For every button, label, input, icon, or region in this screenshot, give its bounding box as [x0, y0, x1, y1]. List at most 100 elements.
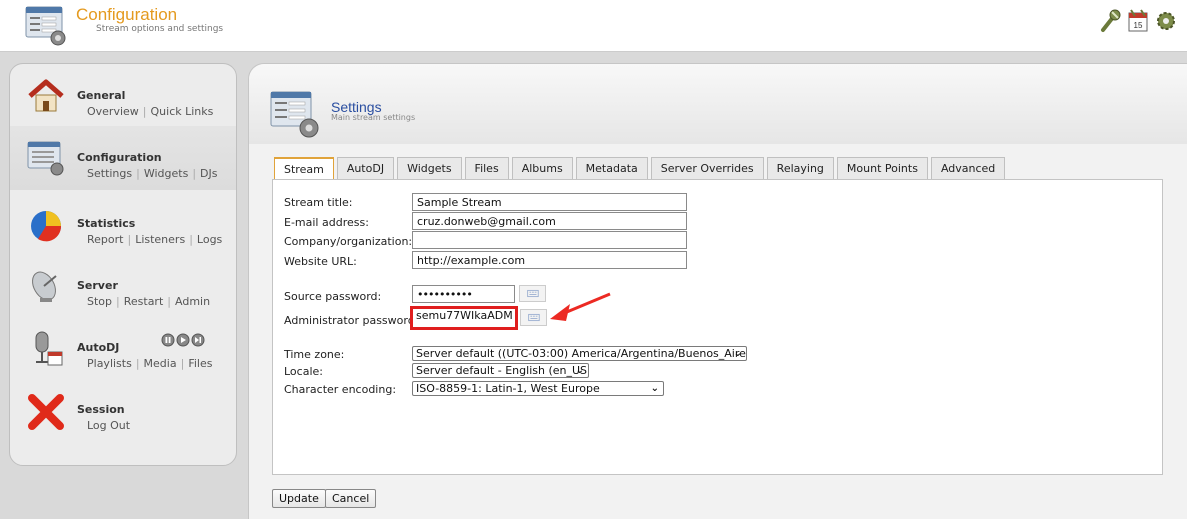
sidebar-item-configuration[interactable]: Configuration Settings | Widgets | DJs [10, 126, 236, 190]
encoding-select[interactable]: ISO-8859-1: Latin-1, West Europe ⌄ [412, 381, 664, 396]
sidebar-item-title: Statistics [77, 217, 136, 230]
close-x-icon [28, 394, 64, 430]
sidebar-item-autodj[interactable]: AutoDJ Playlists | Media | Files [10, 316, 236, 378]
separator: | [167, 295, 171, 308]
sidebar-links: Report | Listeners | Logs [87, 233, 222, 246]
sidebar-links: Settings | Widgets | DJs [87, 167, 217, 180]
source-password-input[interactable]: •••••••••• [412, 285, 515, 303]
playback-controls[interactable] [160, 333, 210, 347]
red-arrow-annotation [550, 292, 611, 321]
email-label: E-mail address: [284, 216, 369, 229]
link-listeners[interactable]: Listeners [135, 233, 185, 246]
separator: | [135, 357, 140, 370]
website-input[interactable]: http://example.com [412, 251, 687, 269]
sidebar-item-statistics[interactable]: Statistics Report | Listeners | Logs [10, 192, 236, 254]
link-media[interactable]: Media [144, 357, 177, 370]
company-label: Company/organization: [284, 235, 413, 248]
separator: | [192, 167, 197, 180]
source-password-label: Source password: [284, 290, 382, 303]
sidebar-item-title: General [77, 89, 126, 102]
link-admin[interactable]: Admin [175, 295, 210, 308]
sidebar-item-server[interactable]: Server Stop | Restart | Admin [10, 254, 236, 316]
link-overview[interactable]: Overview [87, 105, 139, 118]
tools-icon[interactable] [1099, 8, 1121, 34]
separator: | [189, 233, 193, 246]
link-stop[interactable]: Stop [87, 295, 112, 308]
pie-chart-icon [31, 211, 62, 242]
timezone-select[interactable]: Server default ((UTC-03:00) America/Arge… [412, 346, 747, 361]
separator: | [116, 295, 120, 308]
tab-bar: Stream AutoDJ Widgets Files Albums Metad… [274, 157, 1006, 180]
tab-files[interactable]: Files [464, 157, 509, 179]
svg-text:15: 15 [1134, 21, 1143, 30]
link-restart[interactable]: Restart [124, 295, 164, 308]
sidebar-item-general[interactable]: General Overview | Quick Links [10, 64, 236, 126]
stream-title-input[interactable]: Sample Stream [412, 193, 687, 211]
email-input[interactable]: cruz.donweb@gmail.com [412, 212, 687, 230]
config-icon [27, 141, 64, 176]
tab-albums[interactable]: Albums [511, 157, 573, 179]
config-icon [25, 6, 66, 46]
separator: | [136, 167, 140, 180]
chevron-down-icon: ⌄ [733, 348, 742, 359]
home-icon [28, 79, 64, 112]
timezone-label: Time zone: [284, 348, 345, 361]
top-bar: Configuration Stream options and setting… [0, 0, 1187, 52]
timezone-value: Server default ((UTC-03:00) America/Arge… [416, 347, 747, 360]
chevron-down-icon: ⌄ [575, 365, 584, 376]
section-subtitle: Main stream settings [331, 113, 416, 122]
sidebar: General Overview | Quick Links Configurati… [9, 63, 237, 466]
keyboard-icon[interactable] [520, 309, 547, 326]
locale-value: Server default - English (en_US) [416, 364, 589, 377]
tab-stream[interactable]: Stream [274, 157, 334, 180]
company-input[interactable] [412, 231, 687, 249]
tab-metadata[interactable]: Metadata [575, 157, 648, 179]
stream-title-label: Stream title: [284, 196, 353, 209]
gear-icon[interactable] [1155, 8, 1177, 34]
sidebar-item-session[interactable]: Session Log Out [10, 378, 236, 440]
tab-relaying[interactable]: Relaying [766, 157, 834, 179]
admin-password-input[interactable]: semu77WIkaADM [410, 306, 518, 330]
link-settings[interactable]: Settings [87, 167, 132, 180]
chevron-down-icon: ⌄ [650, 383, 659, 394]
tab-widgets[interactable]: Widgets [397, 157, 462, 179]
sidebar-item-title: Configuration [77, 151, 162, 164]
link-log-out[interactable]: Log Out [87, 419, 130, 432]
app-title: Configuration [76, 5, 178, 24]
sidebar-links: Playlists | Media | Files [87, 357, 212, 370]
website-label: Website URL: [284, 255, 357, 268]
calendar-icon[interactable]: 15 [1127, 8, 1149, 34]
sidebar-item-title: Session [77, 403, 125, 416]
cancel-button[interactable]: Cancel [325, 489, 377, 508]
tab-advanced[interactable]: Advanced [930, 157, 1006, 179]
tab-server-overrides[interactable]: Server Overrides [650, 157, 764, 179]
update-button[interactable]: Update [272, 489, 326, 508]
separator: | [127, 233, 132, 246]
locale-select[interactable]: Server default - English (en_US) ⌄ [412, 363, 589, 378]
link-widgets[interactable]: Widgets [144, 167, 188, 180]
sidebar-item-title: Server [77, 279, 118, 292]
link-playlists[interactable]: Playlists [87, 357, 132, 370]
locale-label: Locale: [284, 365, 323, 378]
link-quick-links[interactable]: Quick Links [151, 105, 214, 118]
sidebar-links: Log Out [87, 419, 130, 432]
encoding-value: ISO-8859-1: Latin-1, West Europe [416, 382, 600, 395]
keyboard-icon[interactable] [519, 285, 546, 302]
satellite-dish-icon [32, 271, 57, 302]
tab-autodj[interactable]: AutoDJ [336, 157, 395, 179]
link-logs[interactable]: Logs [197, 233, 222, 246]
sidebar-links: Overview | Quick Links [87, 105, 213, 118]
link-djs[interactable]: DJs [200, 167, 217, 180]
app-subtitle: Stream options and settings [96, 24, 224, 34]
sidebar-links: Stop | Restart | Admin [87, 295, 210, 308]
top-toolbar: 15 [1099, 8, 1177, 34]
tab-mount-points[interactable]: Mount Points [836, 157, 928, 179]
separator: | [180, 357, 185, 370]
admin-password-label: Administrator password: [284, 314, 419, 327]
separator: | [142, 105, 147, 118]
pause-icon [161, 333, 175, 347]
link-files[interactable]: Files [188, 357, 212, 370]
encoding-label: Character encoding: [284, 383, 397, 396]
link-report[interactable]: Report [87, 233, 123, 246]
microphone-icon [35, 331, 63, 366]
